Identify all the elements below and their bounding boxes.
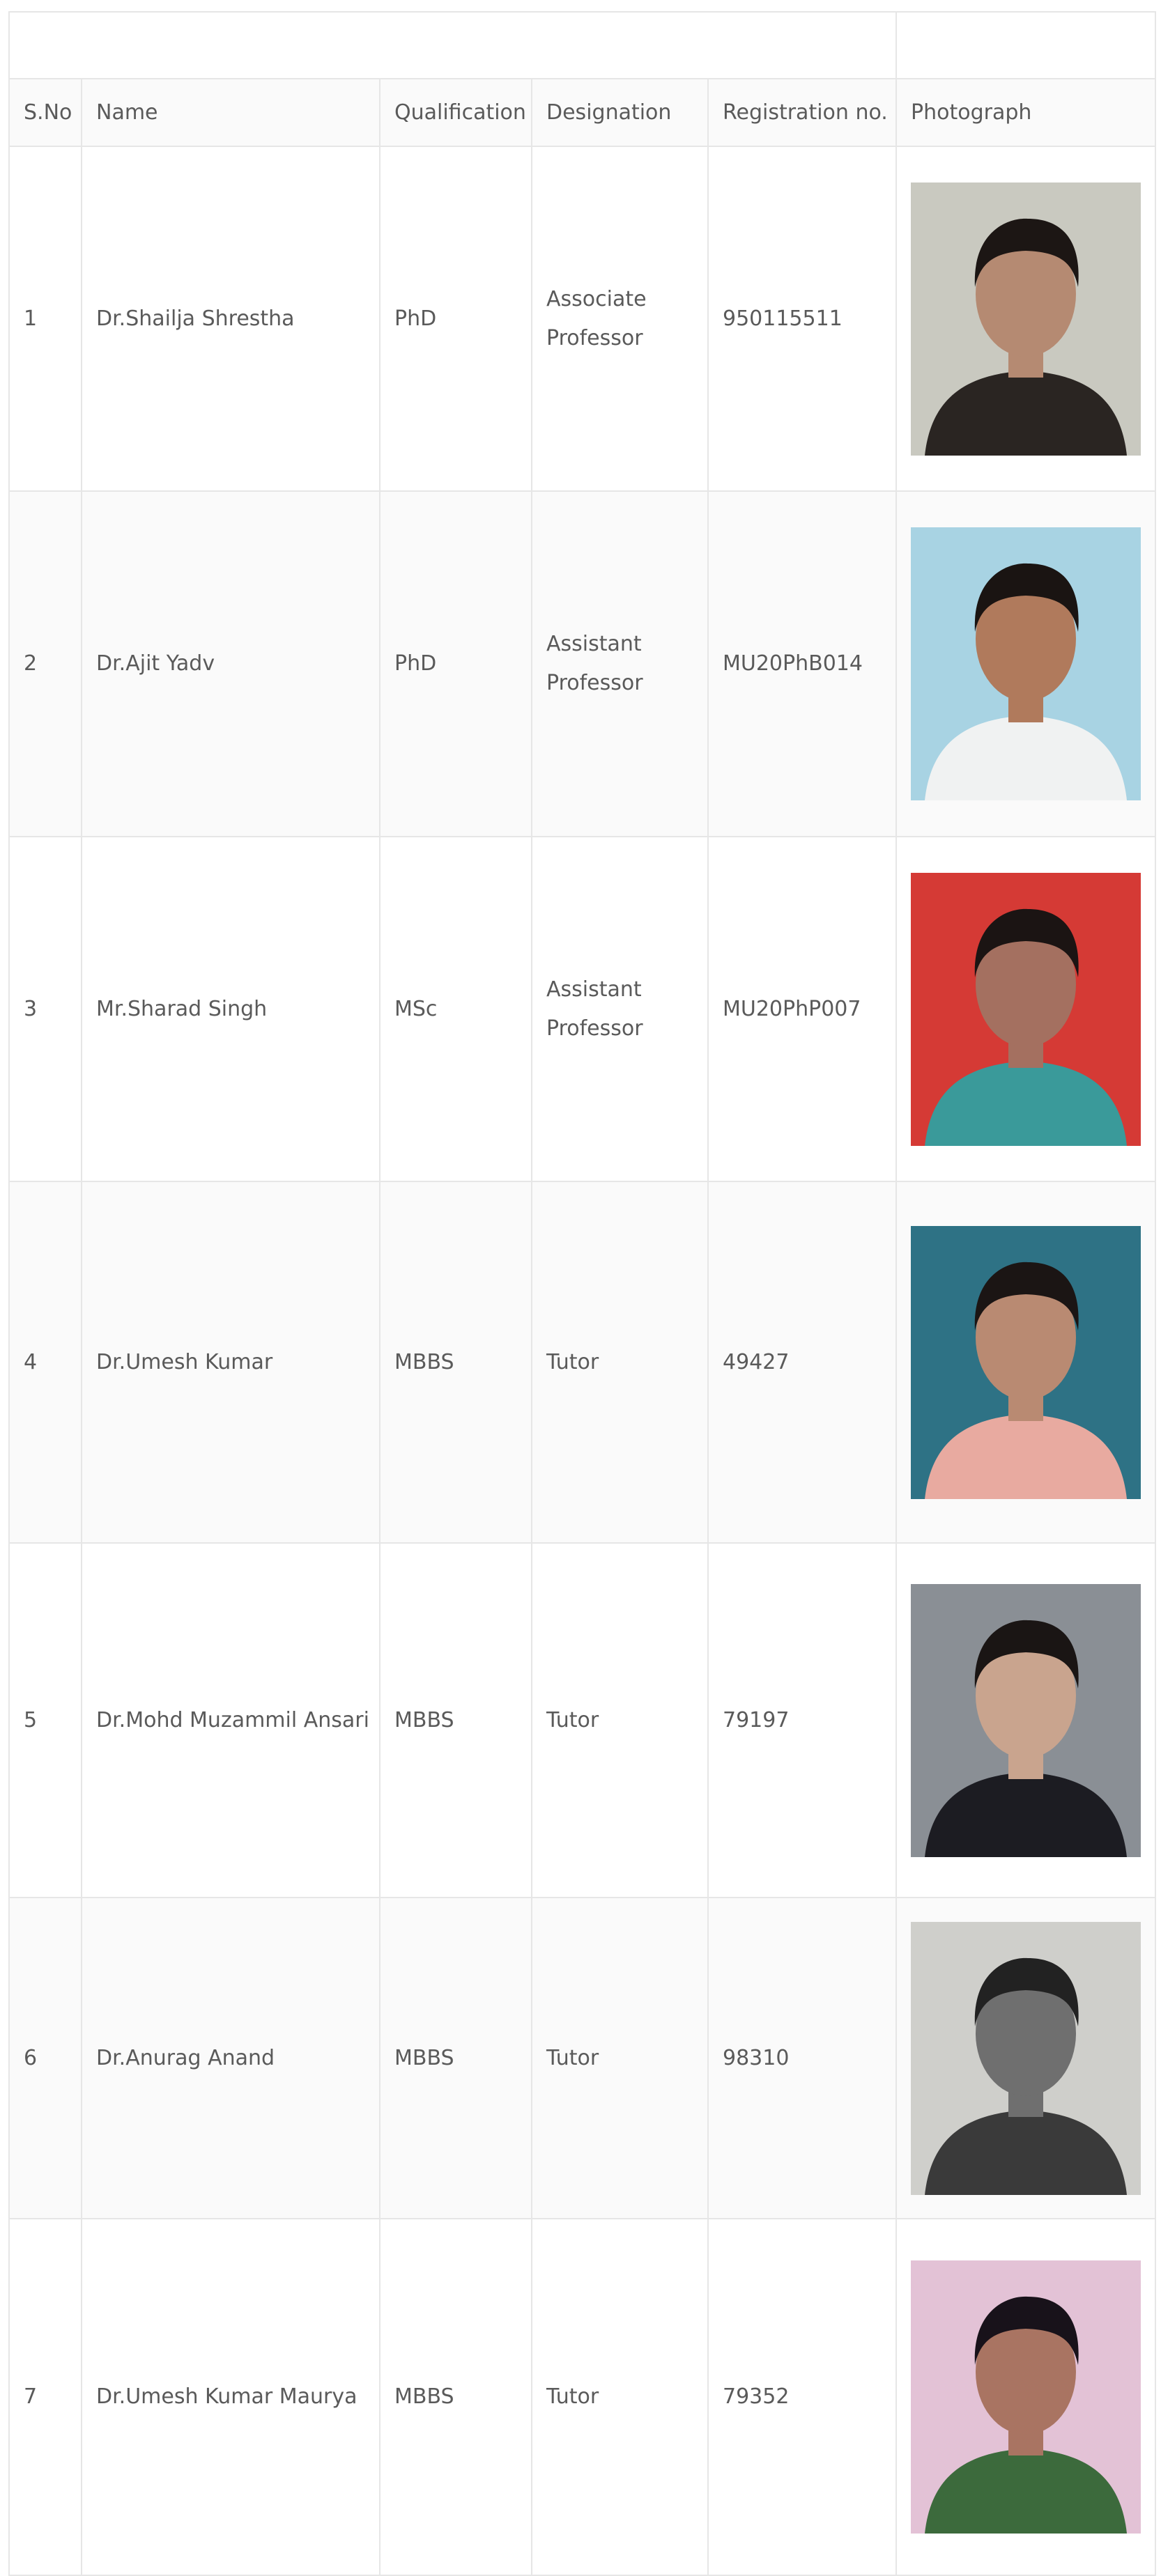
cell-sno: 3 [8,836,82,1182]
cell-designation: Tutor [531,1897,709,2219]
cell-qualification: PhD [379,146,532,492]
cell-qualification: MBBS [379,1181,532,1544]
person-photo-icon [911,1921,1141,2195]
header-designation: Designation [531,78,709,147]
cell-sno: 5 [8,1542,82,1898]
person-photo-icon [911,2260,1141,2534]
cell-designation: Assistant Professor [531,490,709,837]
header-sno: S.No [8,78,82,147]
cell-qualification: MBBS [379,1897,532,2219]
table-row: 2 Dr.Ajit Yadv PhD Assistant Professor MU20P… [8,490,1157,837]
header-name: Name [81,78,380,147]
cell-designation: Assistant Professor [531,836,709,1182]
cell-name: Dr.Umesh Kumar [81,1181,380,1544]
cell-name: Dr.Shailja Shrestha [81,146,380,492]
faculty-table: S.No Name Qualification Designation Regi… [8,11,1157,2576]
cell-qualification: MBBS [379,2218,532,2576]
cell-designation: Tutor [531,2218,709,2576]
cell-name: Dr.Anurag Anand [81,1897,380,2219]
cell-photograph [895,146,1157,492]
header-registration: Registration no. [707,78,898,147]
person-photo-icon [911,182,1141,456]
blank-cell [895,11,1157,79]
person-photo-icon [911,1583,1141,1857]
cell-sno: 4 [8,1181,82,1544]
cell-qualification: MSc [379,836,532,1182]
blank-header-row [8,11,1157,79]
cell-registration: MU20PhP007 [707,836,898,1182]
table-header-row: S.No Name Qualification Designation Regi… [8,78,1157,147]
table-row: 7 Dr.Umesh Kumar Maurya MBBS Tutor 79352 [8,2218,1157,2576]
cell-photograph [895,2218,1157,2576]
cell-photograph [895,1181,1157,1544]
header-photograph: Photograph [895,78,1157,147]
cell-name: Dr.Umesh Kumar Maurya [81,2218,380,2576]
header-qualification: Qualification [379,78,532,147]
cell-registration: MU20PhB014 [707,490,898,837]
faculty-table-container: S.No Name Qualification Designation Regi… [8,11,1157,2576]
cell-photograph [895,836,1157,1182]
cell-registration: 98310 [707,1897,898,2219]
person-photo-icon [911,527,1141,800]
cell-photograph [895,1542,1157,1898]
cell-qualification: MBBS [379,1542,532,1898]
cell-name: Mr.Sharad Singh [81,836,380,1182]
table-row: 4 Dr.Umesh Kumar MBBS Tutor 49427 [8,1181,1157,1544]
blank-cell [8,11,898,79]
table-row: 1 Dr.Shailja Shrestha PhD Associate Profess… [8,146,1157,492]
table-row: 3 Mr.Sharad Singh MSc Assistant Professor MU… [8,836,1157,1182]
cell-name: Dr.Mohd Muzammil Ansari [81,1542,380,1898]
cell-registration: 79352 [707,2218,898,2576]
cell-qualification: PhD [379,490,532,837]
cell-registration: 950115511 [707,146,898,492]
cell-registration: 49427 [707,1181,898,1544]
table-row: 6 Dr.Anurag Anand MBBS Tutor 98310 [8,1897,1157,2219]
cell-designation: Associate Professor [531,146,709,492]
cell-photograph [895,1897,1157,2219]
cell-photograph [895,490,1157,837]
cell-designation: Tutor [531,1542,709,1898]
cell-sno: 1 [8,146,82,492]
cell-registration: 79197 [707,1542,898,1898]
table-row: 5 Dr.Mohd Muzammil Ansari MBBS Tutor 79197 [8,1542,1157,1898]
person-photo-icon [911,872,1141,1146]
cell-sno: 6 [8,1897,82,2219]
cell-designation: Tutor [531,1181,709,1544]
cell-sno: 2 [8,490,82,837]
person-photo-icon [911,1225,1141,1499]
cell-sno: 7 [8,2218,82,2576]
cell-name: Dr.Ajit Yadv [81,490,380,837]
